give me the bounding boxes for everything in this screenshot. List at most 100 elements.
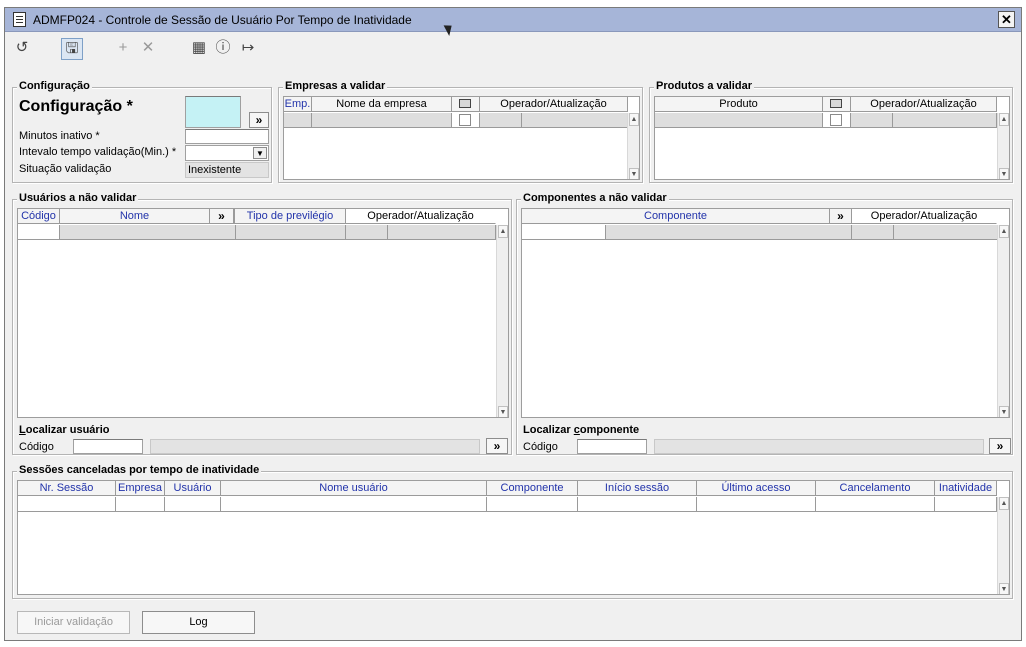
table-cell[interactable] [116, 497, 165, 512]
col-nome[interactable]: Nome [60, 209, 210, 224]
table-cell[interactable] [935, 497, 997, 512]
help-icon[interactable]: ⓘ [212, 38, 234, 60]
table-cell[interactable] [852, 225, 894, 240]
select-all-checkbox-icon[interactable] [459, 99, 471, 108]
col-tipo-previlegio[interactable]: Tipo de previlégio [234, 209, 346, 224]
table-cell[interactable] [452, 113, 480, 128]
table-cell[interactable] [388, 225, 496, 240]
col-usuario[interactable]: Usuário [165, 481, 221, 496]
col-ultimo-acesso[interactable]: Último acesso [697, 481, 816, 496]
save-icon[interactable]: 🖫 [61, 38, 83, 60]
table-cell[interactable] [655, 113, 823, 128]
config-lookup-button[interactable]: » [249, 112, 269, 128]
col-check[interactable] [452, 97, 480, 112]
usuarios-scrollbar[interactable]: ▲ ▼ [496, 225, 508, 417]
componente-codigo-input[interactable] [577, 439, 647, 454]
col-operador[interactable]: Operador/Atualização [346, 209, 496, 224]
scroll-down-icon[interactable]: ▼ [999, 583, 1009, 594]
undo-icon[interactable]: ↺ [11, 38, 33, 60]
table-cell[interactable] [522, 225, 606, 240]
chevron-down-icon[interactable]: ▼ [253, 147, 267, 159]
scroll-down-icon[interactable]: ▼ [999, 168, 1009, 179]
col-nome-usuario[interactable]: Nome usuário [221, 481, 487, 496]
col-empresa[interactable]: Empresa [116, 481, 165, 496]
scroll-up-icon[interactable]: ▲ [999, 225, 1009, 238]
col-operador[interactable]: Operador/Atualização [852, 209, 997, 224]
scroll-up-icon[interactable]: ▲ [629, 113, 639, 126]
intervalo-label: Intevalo tempo validação(Min.) * [19, 146, 177, 158]
usuarios-grid: Código Nome » Tipo de previlégio Operado… [17, 208, 509, 418]
col-componente[interactable]: Componente [487, 481, 578, 496]
scroll-up-icon[interactable]: ▲ [999, 497, 1009, 510]
col-operador[interactable]: Operador/Atualização [480, 97, 628, 112]
table-cell[interactable] [894, 225, 998, 240]
localizar-componente-rest: omponente [579, 424, 640, 436]
config-group: Configuração Configuração * » Minutos in… [12, 80, 272, 183]
iniciar-validacao-button[interactable]: Iniciar validação [17, 611, 130, 634]
intervalo-select[interactable]: ▼ [185, 145, 269, 161]
table-cell[interactable] [823, 113, 851, 128]
table-cell[interactable] [284, 113, 312, 128]
table-cell[interactable] [18, 225, 60, 240]
close-button[interactable]: ✕ [998, 11, 1015, 28]
table-cell[interactable] [165, 497, 221, 512]
componentes-scrollbar[interactable]: ▲ ▼ [997, 225, 1009, 417]
col-lookup-button[interactable]: » [830, 209, 852, 224]
col-nr-sessao[interactable]: Nr. Sessão [18, 481, 116, 496]
situacao-value: Inexistente [185, 162, 269, 178]
scroll-down-icon[interactable]: ▼ [629, 168, 639, 179]
title-bar: ADMFP024 - Controle de Sessão de Usuário… [5, 8, 1021, 32]
row-checkbox[interactable] [459, 114, 471, 126]
scroll-down-icon[interactable]: ▼ [498, 406, 508, 417]
table-cell[interactable] [312, 113, 452, 128]
col-componente[interactable]: Componente [522, 209, 830, 224]
toolbar: ↺ 🖫 + ✕ ▦ ⓘ ↦ [5, 33, 1021, 65]
componente-search-button[interactable]: » [989, 438, 1011, 454]
usuario-codigo-input[interactable] [73, 439, 143, 454]
minutos-input[interactable] [185, 129, 269, 144]
col-operador[interactable]: Operador/Atualização [851, 97, 997, 112]
localizar-usuario-title: Localizar usuário [19, 424, 110, 436]
table-cell[interactable] [236, 225, 346, 240]
table-cell[interactable] [60, 225, 236, 240]
col-nome-empresa[interactable]: Nome da empresa [312, 97, 452, 112]
config-code-input[interactable] [185, 96, 241, 128]
scroll-down-icon[interactable]: ▼ [999, 406, 1009, 417]
log-button[interactable]: Log [142, 611, 255, 634]
sessoes-scrollbar[interactable]: ▲ ▼ [997, 497, 1009, 594]
table-cell[interactable] [480, 113, 522, 128]
table-cell[interactable] [221, 497, 487, 512]
col-lookup-button[interactable]: » [210, 209, 234, 224]
usuario-search-button[interactable]: » [486, 438, 508, 454]
scroll-up-icon[interactable]: ▲ [498, 225, 508, 238]
table-cell[interactable] [522, 113, 628, 128]
scroll-up-icon[interactable]: ▲ [999, 113, 1009, 126]
componentes-title: Componentes a não validar [521, 192, 669, 204]
col-codigo[interactable]: Código [18, 209, 60, 224]
row-checkbox[interactable] [830, 114, 842, 126]
situacao-label: Situação validação [19, 163, 112, 175]
table-cell[interactable] [816, 497, 935, 512]
table-cell[interactable] [697, 497, 816, 512]
table-cell[interactable] [346, 225, 388, 240]
config-big-label: Configuração * [19, 98, 133, 115]
plus-icon[interactable]: + [112, 38, 134, 60]
table-cell[interactable] [851, 113, 893, 128]
table-cell[interactable] [18, 497, 116, 512]
table-cell[interactable] [487, 497, 578, 512]
table-cell[interactable] [578, 497, 697, 512]
table-cell[interactable] [606, 225, 852, 240]
col-cancelamento[interactable]: Cancelamento [816, 481, 935, 496]
calendar-icon[interactable]: ▦ [188, 38, 210, 60]
select-all-checkbox-icon[interactable] [830, 99, 842, 108]
col-produto[interactable]: Produto [655, 97, 823, 112]
table-cell[interactable] [893, 113, 997, 128]
empresas-scrollbar[interactable]: ▲ ▼ [627, 113, 639, 179]
col-inatividade[interactable]: Inatividade [935, 481, 997, 496]
exit-icon[interactable]: ↦ [237, 38, 259, 60]
col-inicio-sessao[interactable]: Início sessão [578, 481, 697, 496]
col-emp[interactable]: Emp. [284, 97, 312, 112]
x-icon[interactable]: ✕ [137, 38, 159, 60]
produtos-scrollbar[interactable]: ▲ ▼ [997, 113, 1009, 179]
col-check[interactable] [823, 97, 851, 112]
